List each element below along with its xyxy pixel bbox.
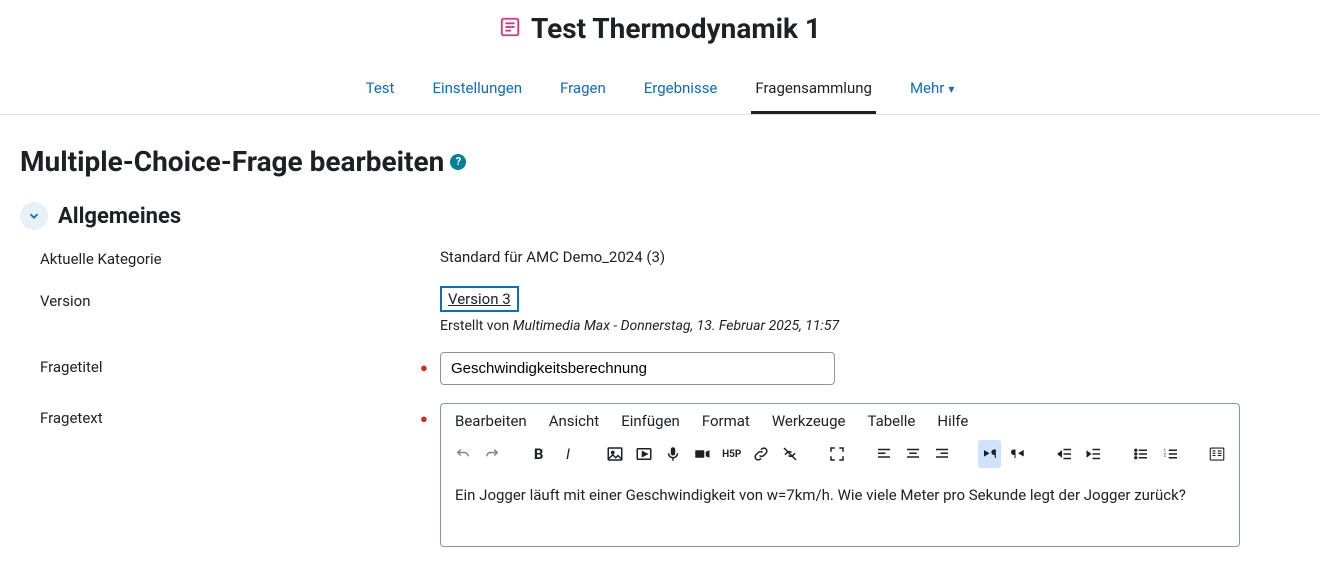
ltr-icon[interactable]: ⯈¶ xyxy=(978,440,1001,468)
tab-questions[interactable]: Fragen xyxy=(556,69,610,114)
created-by: Multimedia Max - Donnerstag, 13. Februar… xyxy=(513,318,839,334)
video-icon[interactable] xyxy=(691,440,714,468)
menu-help[interactable]: Hilfe xyxy=(937,412,968,430)
page-heading-text: Multiple-Choice-Frage bearbeiten xyxy=(20,145,444,178)
version-link[interactable]: Version 3 xyxy=(440,286,519,312)
menu-view[interactable]: Ansicht xyxy=(549,412,599,430)
section-toggle-general[interactable] xyxy=(20,202,48,230)
menu-insert[interactable]: Einfügen xyxy=(621,412,680,430)
svg-text:2: 2 xyxy=(1163,452,1166,458)
page-title-row: Test Thermodynamik 1 xyxy=(0,12,1320,45)
undo-icon[interactable] xyxy=(451,440,474,468)
editor-toolbar: B I H5P ⯈¶ xyxy=(441,436,1239,476)
menu-edit[interactable]: Bearbeiten xyxy=(455,412,527,430)
menu-format[interactable]: Format xyxy=(702,412,750,430)
editor-body[interactable]: Ein Jogger läuft mit einer Geschwindigke… xyxy=(441,476,1239,546)
value-category: Standard für AMC Demo_2024 (3) xyxy=(440,244,1300,266)
page-heading: Multiple-Choice-Frage bearbeiten ? xyxy=(20,145,1300,178)
menu-table[interactable]: Tabelle xyxy=(867,412,915,430)
menu-tools[interactable]: Werkzeuge xyxy=(772,412,846,430)
section-title-general: Allgemeines xyxy=(58,204,181,229)
label-category: Aktuelle Kategorie xyxy=(20,244,420,268)
created-meta: Erstellt von Multimedia Max - Donnerstag… xyxy=(440,318,1300,334)
question-title-input[interactable] xyxy=(440,352,835,385)
label-title: Fragetitel xyxy=(20,352,420,376)
align-left-icon[interactable] xyxy=(872,440,895,468)
image-icon[interactable] xyxy=(603,440,626,468)
secondary-nav: Test Einstellungen Fragen Ergebnisse Fra… xyxy=(0,69,1320,115)
unlink-icon[interactable] xyxy=(779,440,802,468)
bullet-list-icon[interactable] xyxy=(1130,440,1153,468)
tab-results[interactable]: Ergebnisse xyxy=(640,69,722,114)
chevron-down-icon: ▾ xyxy=(948,82,954,96)
label-text: Fragetext xyxy=(20,403,420,427)
editor-menubar: Bearbeiten Ansicht Einfügen Format Werkz… xyxy=(441,404,1239,436)
richtext-editor: Bearbeiten Ansicht Einfügen Format Werkz… xyxy=(440,403,1240,547)
microphone-icon[interactable] xyxy=(662,440,685,468)
help-icon[interactable]: ? xyxy=(450,154,466,170)
align-right-icon[interactable] xyxy=(931,440,954,468)
media-icon[interactable] xyxy=(632,440,655,468)
numbered-list-icon[interactable]: 12 xyxy=(1159,440,1182,468)
tab-test[interactable]: Test xyxy=(362,69,399,114)
tab-settings[interactable]: Einstellungen xyxy=(428,69,526,114)
tab-more-label: Mehr xyxy=(910,79,944,97)
equation-icon[interactable] xyxy=(1206,440,1229,468)
label-version: Version xyxy=(20,286,420,310)
align-center-icon[interactable] xyxy=(901,440,924,468)
indent-icon[interactable] xyxy=(1083,440,1106,468)
rtl-icon[interactable]: ¶⯇ xyxy=(1007,440,1030,468)
created-prefix: Erstellt von xyxy=(440,318,513,334)
tab-more[interactable]: Mehr ▾ xyxy=(906,69,958,114)
outdent-icon[interactable] xyxy=(1054,440,1077,468)
link-icon[interactable] xyxy=(749,440,772,468)
fullscreen-icon[interactable] xyxy=(825,440,848,468)
required-icon: ● xyxy=(420,403,440,427)
required-icon: ● xyxy=(420,352,440,376)
bold-icon[interactable]: B xyxy=(527,440,550,468)
h5p-icon[interactable]: H5P xyxy=(720,440,743,468)
tab-questionbank[interactable]: Fragensammlung xyxy=(751,69,876,114)
quiz-icon xyxy=(499,12,521,45)
redo-icon[interactable] xyxy=(480,440,503,468)
italic-icon[interactable]: I xyxy=(556,440,579,468)
activity-title: Test Thermodynamik 1 xyxy=(531,12,821,45)
